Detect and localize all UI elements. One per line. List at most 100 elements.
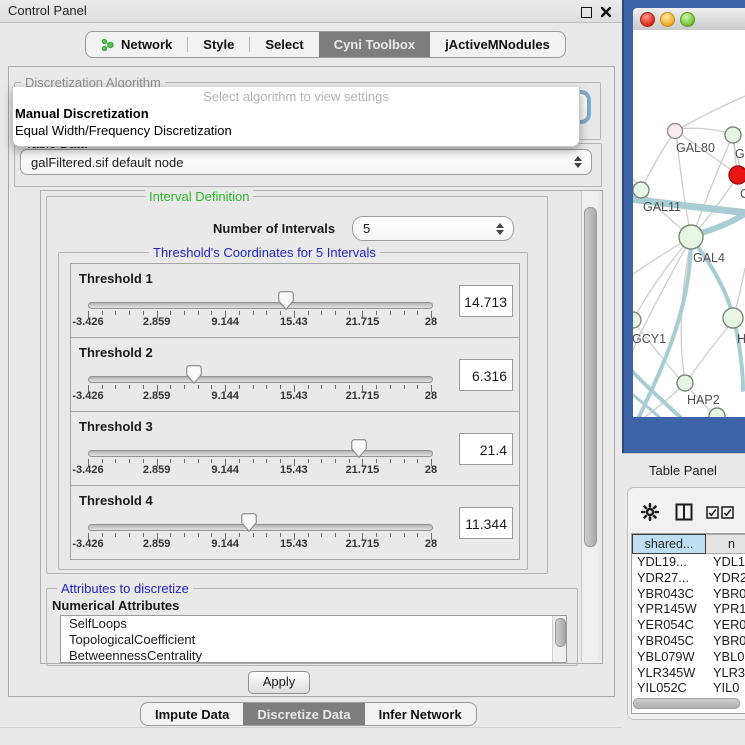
cell-shared-name[interactable]: YDR27...	[632, 570, 706, 586]
attribute-list-item[interactable]: SelfLoops	[61, 616, 566, 632]
cell-name[interactable]: YBL0	[706, 649, 745, 665]
network-node[interactable]	[633, 312, 641, 328]
network-canvas[interactable]: GAL80GACGAL11GAL4GCY1HHAP2	[633, 30, 745, 417]
network-node[interactable]	[729, 166, 745, 184]
network-node[interactable]	[668, 124, 683, 139]
table-row[interactable]: YBR043CYBR0	[632, 586, 745, 602]
table-row[interactable]: YLR345WYLR3	[632, 665, 745, 681]
network-edge[interactable]	[641, 131, 675, 190]
cell-name[interactable]: YIL0	[706, 680, 745, 696]
scrollbar-thumb[interactable]	[584, 207, 597, 547]
cell-name[interactable]: YDL1	[706, 554, 745, 570]
network-node[interactable]	[709, 408, 725, 417]
network-edge-highlighted[interactable]	[734, 319, 743, 390]
scrollbar-thumb[interactable]	[633, 698, 740, 709]
vertical-scrollbar[interactable]	[581, 191, 598, 661]
threshold-value-field[interactable]: 6.316	[459, 359, 513, 391]
table-row[interactable]: YDL19...YDL1	[632, 554, 745, 570]
slider-track[interactable]	[88, 450, 433, 457]
tab-cyni-toolbox[interactable]: Cyni Toolbox	[319, 32, 430, 57]
tab-impute-data[interactable]: Impute Data	[141, 703, 243, 725]
cell-name[interactable]: YDR2	[706, 570, 745, 586]
cell-shared-name[interactable]: YBR043C	[632, 586, 706, 602]
minor-tick	[239, 311, 240, 315]
tick-label: 15.43	[270, 464, 318, 476]
zoom-traffic-light-icon[interactable]	[680, 12, 695, 27]
cell-name[interactable]: YBR0	[706, 586, 745, 602]
cell-shared-name[interactable]: YBL079W	[632, 649, 706, 665]
table-row[interactable]: YPR145WYPR1	[632, 601, 745, 617]
tab-style[interactable]: Style	[188, 32, 249, 57]
cell-name[interactable]: YBR0	[706, 633, 745, 649]
minor-tick	[417, 533, 418, 537]
cell-shared-name[interactable]: YER054C	[632, 617, 706, 633]
minor-tick	[143, 385, 144, 389]
cell-shared-name[interactable]: YDL19...	[632, 554, 706, 570]
cell-shared-name[interactable]: YIL052C	[632, 680, 706, 696]
close-icon[interactable]	[600, 6, 612, 18]
tab-select[interactable]: Select	[250, 32, 318, 57]
column-header-name[interactable]: n	[706, 534, 745, 554]
minor-tick	[198, 385, 199, 389]
minor-tick	[143, 533, 144, 537]
dropdown-option[interactable]: Manual Discretization	[13, 105, 579, 122]
threshold-label: Threshold 1	[79, 271, 153, 286]
numerical-attributes-list[interactable]: SelfLoopsTopologicalCoefficientBetweenne…	[60, 615, 567, 663]
network-edge[interactable]	[679, 96, 745, 129]
cell-name[interactable]: YPR1	[706, 601, 745, 617]
cell-shared-name[interactable]: YBR045C	[632, 633, 706, 649]
network-edge[interactable]	[687, 321, 733, 381]
slider-thumb[interactable]	[351, 439, 367, 458]
minor-tick	[170, 459, 171, 463]
scrollbar-thumb[interactable]	[555, 618, 566, 647]
minimize-traffic-light-icon[interactable]	[660, 12, 675, 27]
table-data-combobox[interactable]: galFiltered.sif default node	[20, 149, 592, 175]
tab-jactivemnodules[interactable]: jActiveMNodules	[430, 32, 565, 57]
show-column-checkbox-icon[interactable]	[706, 506, 719, 519]
tick-label: -3.426	[64, 316, 112, 328]
dropdown-option[interactable]: Equal Width/Frequency Discretization	[13, 122, 579, 139]
network-node[interactable]	[723, 308, 743, 328]
table-row[interactable]: YBL079WYBL0	[632, 649, 745, 665]
apply-button[interactable]: Apply	[248, 671, 310, 694]
threshold-value-field[interactable]: 21.4	[459, 433, 513, 465]
cell-name[interactable]: YER0	[706, 617, 745, 633]
slider-track[interactable]	[88, 376, 433, 383]
network-edge[interactable]	[677, 128, 732, 134]
attribute-list-item[interactable]: BetweennessCentrality	[61, 648, 566, 663]
slider-thumb[interactable]	[241, 513, 257, 532]
table-panel-titlebar: Table Panel	[622, 453, 745, 487]
list-scrollbar[interactable]	[552, 616, 566, 662]
table-row[interactable]: YBR045CYBR0	[632, 633, 745, 649]
tab-discretize-data[interactable]: Discretize Data	[243, 703, 364, 725]
network-node[interactable]	[725, 127, 741, 143]
tab-infer-network[interactable]: Infer Network	[365, 703, 476, 725]
network-node[interactable]	[633, 182, 649, 198]
number-of-intervals-combobox[interactable]: 5	[352, 216, 514, 241]
threshold-value-field[interactable]: 11.344	[459, 507, 513, 539]
column-browser-icon[interactable]	[675, 503, 693, 521]
float-window-icon[interactable]	[581, 7, 592, 18]
cell-shared-name[interactable]: YLR345W	[632, 665, 706, 681]
attribute-list-item[interactable]: TopologicalCoefficient	[61, 632, 566, 648]
threshold-panel: Threshold 1 -3.4262.8599.14415.4321.7152…	[70, 263, 520, 338]
close-traffic-light-icon[interactable]	[640, 12, 655, 27]
network-node[interactable]	[679, 225, 703, 249]
cell-name[interactable]: YLR3	[706, 665, 745, 681]
threshold-value-field[interactable]: 14.713	[459, 285, 513, 317]
network-node[interactable]	[677, 375, 693, 391]
table-row[interactable]: YER054CYER0	[632, 617, 745, 633]
slider-track[interactable]	[88, 302, 433, 309]
slider-track[interactable]	[88, 524, 433, 531]
slider-thumb[interactable]	[278, 291, 294, 310]
dropdown-placeholder-item[interactable]: Select algorithm to view settings	[13, 87, 579, 105]
gear-icon[interactable]	[641, 503, 659, 521]
slider-thumb[interactable]	[186, 365, 202, 384]
table-row[interactable]: YIL052CYIL0	[632, 680, 745, 696]
table-row[interactable]: YDR27...YDR2	[632, 570, 745, 586]
tab-network[interactable]: Network	[86, 32, 187, 57]
column-header-shared-name[interactable]: shared...	[632, 534, 706, 554]
cell-shared-name[interactable]: YPR145W	[632, 601, 706, 617]
hide-column-checkbox-icon[interactable]	[721, 506, 734, 519]
table-horizontal-scrollbar[interactable]	[632, 697, 743, 708]
